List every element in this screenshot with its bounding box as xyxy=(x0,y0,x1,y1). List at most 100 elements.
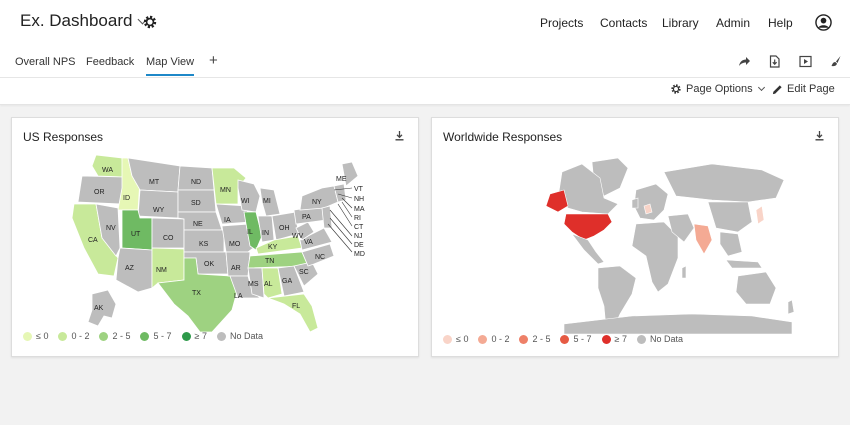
state-label: IL xyxy=(247,229,253,236)
us-responses-widget: US Responses WA OR CA ID NV MT WY UT AZ … xyxy=(11,117,419,357)
add-tab-icon[interactable]: + xyxy=(209,52,218,69)
theme-brush-icon[interactable] xyxy=(829,55,842,68)
dashboard-title-dropdown[interactable]: Ex. Dashboard xyxy=(20,11,148,31)
legend-item[interactable]: ≤ 0 xyxy=(443,334,468,344)
state-label: TN xyxy=(265,258,274,265)
state-label: DE xyxy=(354,242,364,249)
state-label: VT xyxy=(354,186,364,193)
state-label: UT xyxy=(131,231,141,238)
legend-item[interactable]: No Data xyxy=(216,331,263,341)
state-label: ND xyxy=(191,179,201,186)
state-label: MS xyxy=(248,281,259,288)
state-label: IN xyxy=(262,230,269,237)
state-nd[interactable] xyxy=(177,165,215,191)
state-nj-de-md[interactable] xyxy=(321,205,333,229)
legend-item[interactable]: ≥ 7 xyxy=(181,331,207,341)
state-ny[interactable] xyxy=(299,185,339,211)
country-china[interactable] xyxy=(707,201,753,233)
state-label: MI xyxy=(263,198,271,205)
country-madagascar[interactable] xyxy=(681,265,687,279)
legend-item[interactable]: 0 - 2 xyxy=(478,334,509,344)
legend-label: 2 - 5 xyxy=(532,334,551,344)
state-wi[interactable] xyxy=(237,179,261,213)
state-label: SC xyxy=(299,269,309,276)
share-icon[interactable] xyxy=(738,55,751,68)
state-ar[interactable] xyxy=(225,251,251,277)
legend-item[interactable]: 2 - 5 xyxy=(99,331,130,341)
country-russia[interactable] xyxy=(663,163,785,203)
country-europe[interactable] xyxy=(633,183,669,221)
legend-swatch xyxy=(478,334,488,344)
state-co[interactable] xyxy=(151,217,185,249)
legend-swatch xyxy=(181,331,191,341)
country-australia[interactable] xyxy=(735,271,777,305)
nav-admin[interactable]: Admin xyxy=(716,16,750,30)
gear-icon[interactable] xyxy=(142,14,158,30)
country-india[interactable] xyxy=(693,223,713,255)
nav-projects[interactable]: Projects xyxy=(540,16,583,30)
legend-swatch xyxy=(519,334,529,344)
state-label: PA xyxy=(302,214,311,221)
legend-swatch xyxy=(560,334,570,344)
edit-page-button[interactable]: Edit Page xyxy=(772,83,835,95)
state-label: ID xyxy=(123,195,130,202)
legend-label: 5 - 7 xyxy=(573,334,592,344)
legend-item[interactable]: No Data xyxy=(636,334,683,344)
legend-label: No Data xyxy=(229,331,263,341)
country-usa[interactable] xyxy=(563,213,613,241)
state-label: OR xyxy=(94,189,105,196)
export-icon[interactable] xyxy=(768,55,781,68)
state-fl[interactable] xyxy=(267,293,319,333)
state-label: FL xyxy=(292,303,300,310)
legend-item[interactable]: ≤ 0 xyxy=(23,331,48,341)
tab-map-view[interactable]: Map View xyxy=(146,56,195,76)
country-new-zealand[interactable] xyxy=(787,299,795,315)
state-label: WV xyxy=(292,233,304,240)
state-label: KY xyxy=(268,244,278,251)
edit-page-label: Edit Page xyxy=(787,83,835,95)
state-label: WY xyxy=(153,207,165,214)
state-az[interactable] xyxy=(115,247,153,293)
country-indonesia[interactable] xyxy=(725,259,763,269)
state-label: CO xyxy=(163,235,174,242)
country-alaska[interactable] xyxy=(545,189,569,213)
country-antarctica[interactable] xyxy=(563,313,793,335)
tab-feedback[interactable]: Feedback xyxy=(86,56,134,74)
state-label: AL xyxy=(264,281,273,288)
country-uk[interactable] xyxy=(631,197,639,209)
tab-overall-nps[interactable]: Overall NPS xyxy=(15,56,76,74)
legend-item[interactable]: 5 - 7 xyxy=(560,334,592,344)
legend-item[interactable]: 0 - 2 xyxy=(58,331,89,341)
legend-label: ≤ 0 xyxy=(36,331,49,341)
page-toolbar: Page Options Edit Page xyxy=(0,78,850,105)
state-label: SD xyxy=(191,200,201,207)
legend-item[interactable]: 2 - 5 xyxy=(519,334,550,344)
user-avatar-icon[interactable] xyxy=(815,14,832,31)
legend-label: ≥ 7 xyxy=(614,334,627,344)
nav-library[interactable]: Library xyxy=(662,16,699,30)
page-options-dropdown[interactable]: Page Options xyxy=(670,83,765,95)
legend-item[interactable]: ≥ 7 xyxy=(601,334,627,344)
top-header: Ex. Dashboard Projects Contacts Library … xyxy=(0,0,850,105)
state-label: WI xyxy=(241,198,250,205)
state-label: RI xyxy=(354,215,361,222)
country-se-asia[interactable] xyxy=(719,231,743,257)
present-icon[interactable] xyxy=(799,55,812,68)
legend-item[interactable]: 5 - 7 xyxy=(140,331,172,341)
legend-swatch xyxy=(23,331,32,341)
nav-contacts[interactable]: Contacts xyxy=(600,16,647,30)
legend-label: 0 - 2 xyxy=(491,334,510,344)
country-africa[interactable] xyxy=(631,221,679,293)
state-label: NM xyxy=(156,267,167,274)
nav-help[interactable]: Help xyxy=(768,16,793,30)
legend-label: 5 - 7 xyxy=(153,331,172,341)
gear-icon xyxy=(671,84,681,94)
state-label: MN xyxy=(220,187,231,194)
legend-swatch xyxy=(216,331,226,341)
state-label: NJ xyxy=(354,233,363,240)
legend-swatch xyxy=(443,334,452,344)
state-label: MO xyxy=(229,241,241,248)
state-label: NY xyxy=(312,199,322,206)
country-japan[interactable] xyxy=(755,205,765,225)
page-options-label: Page Options xyxy=(686,83,753,95)
